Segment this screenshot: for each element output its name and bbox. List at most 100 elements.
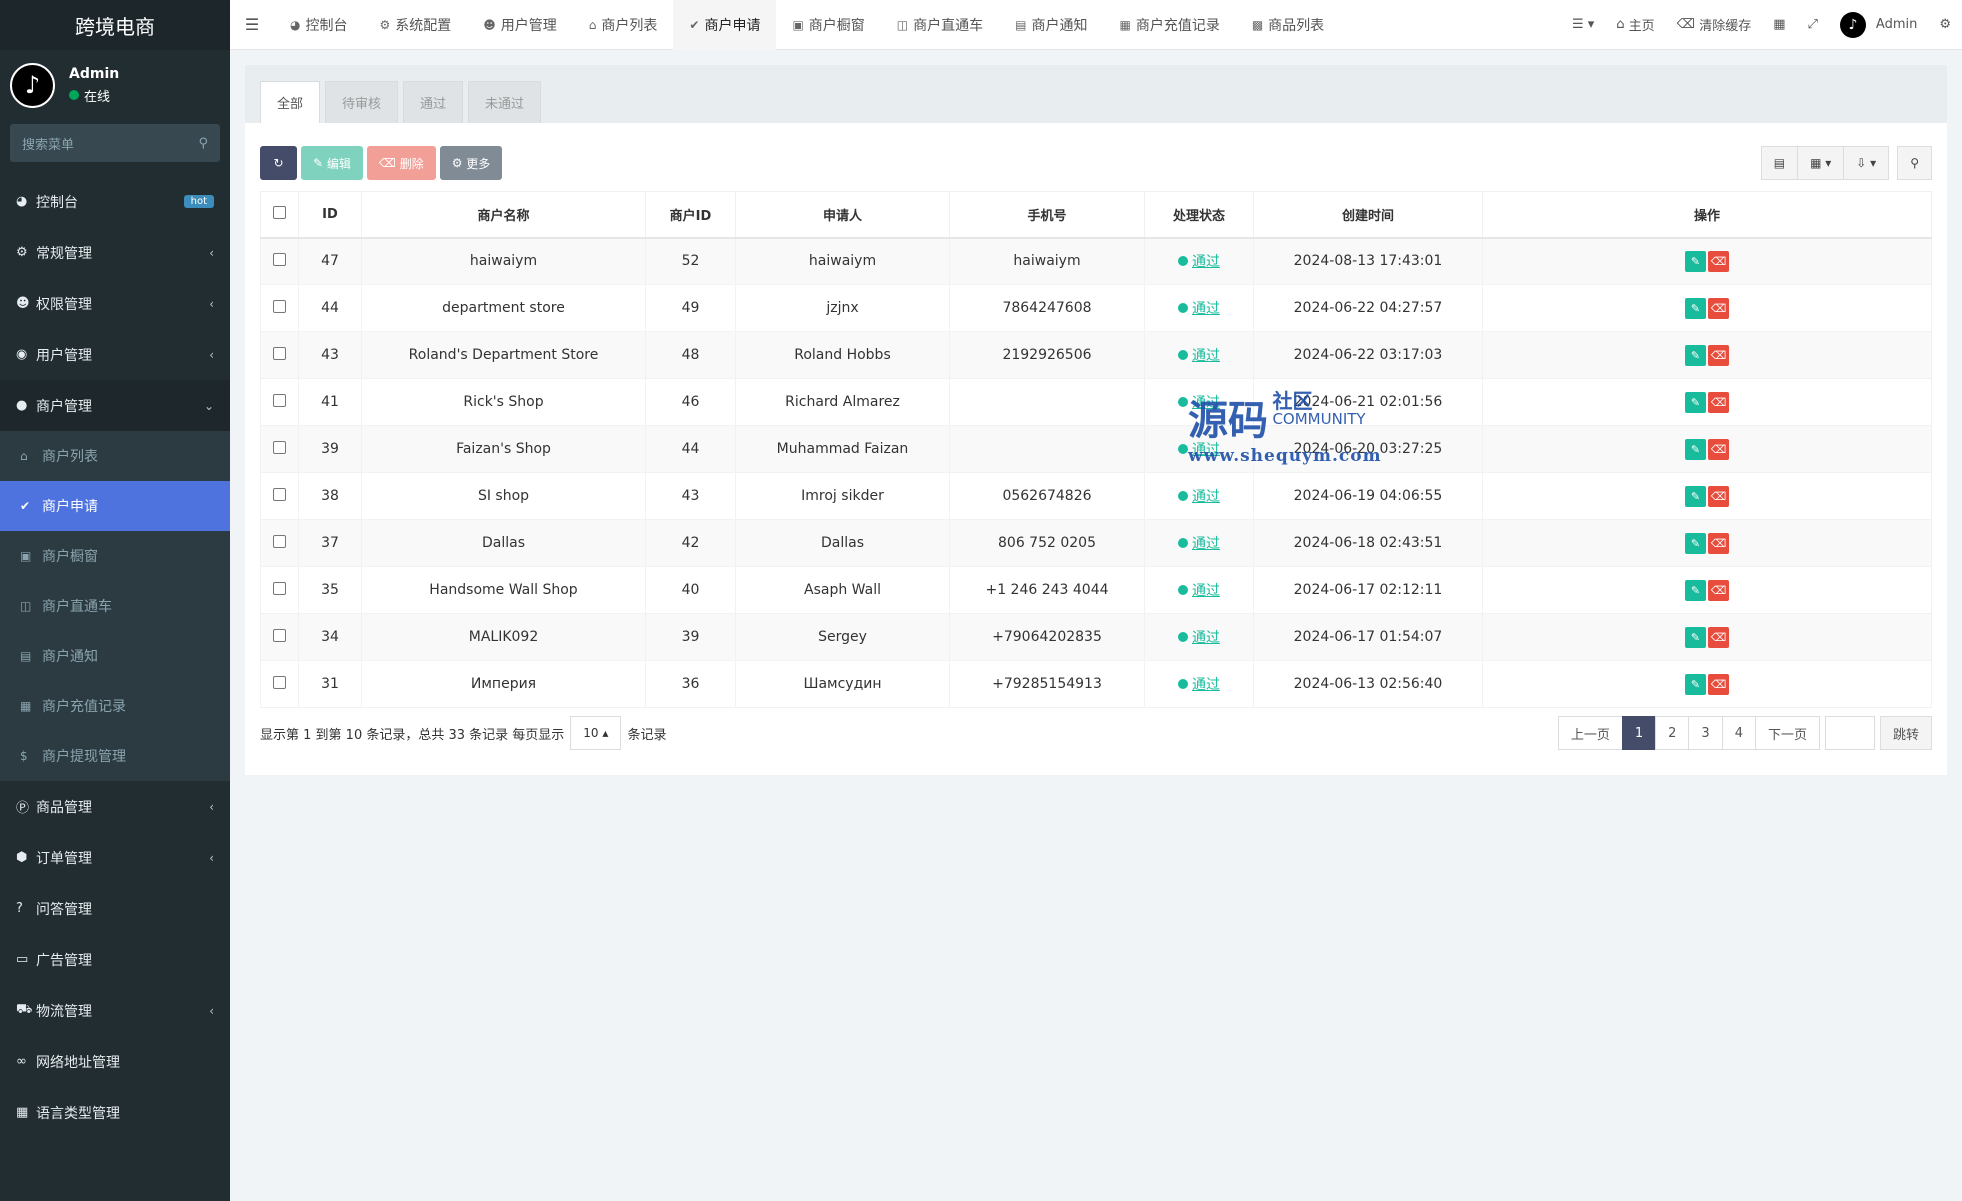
logo[interactable]: 跨境电商 xyxy=(0,0,230,50)
sidebar-subitem-merchant-withdraw[interactable]: $ 商户提现管理 xyxy=(0,731,230,781)
status-badge[interactable]: 通过 xyxy=(1178,298,1220,318)
more-button[interactable]: ⚙ 更多 xyxy=(439,146,503,180)
hamburger-icon[interactable]: ☰ xyxy=(230,15,274,34)
export-button[interactable]: ⇩ ▾ xyxy=(1843,146,1890,180)
status-badge[interactable]: 通过 xyxy=(1178,486,1220,506)
sidebar-item-products[interactable]: Ⓟ 商品管理 ‹ xyxy=(0,781,230,832)
status-badge[interactable]: 通过 xyxy=(1178,580,1220,600)
row-checkbox[interactable] xyxy=(273,534,286,548)
table-row[interactable]: 37 Dallas 42 Dallas 806 752 0205 通过 2024-06-18… xyxy=(260,519,1932,567)
tab-user-manage[interactable]: ☻ 用户管理 xyxy=(467,0,573,50)
row-delete-button[interactable]: ⌫ xyxy=(1708,673,1729,695)
tab-all[interactable]: 全部 xyxy=(260,81,321,123)
header-mid[interactable]: 商户ID xyxy=(645,191,736,239)
page-1[interactable]: 1 xyxy=(1621,716,1657,750)
tab-pending[interactable]: 待审核 xyxy=(325,81,399,123)
prev-page-button[interactable]: 上一页 xyxy=(1557,716,1623,750)
sidebar-item-qa[interactable]: ? 问答管理 xyxy=(0,883,230,934)
tab-merchant-recharge[interactable]: ▦ 商户充值记录 xyxy=(1103,0,1235,50)
row-edit-button[interactable]: ✎ xyxy=(1685,297,1706,319)
sidebar-item-network[interactable]: ∞ 网络地址管理 xyxy=(0,1036,230,1087)
row-edit-button[interactable]: ✎ xyxy=(1685,438,1706,460)
row-edit-button[interactable]: ✎ xyxy=(1685,532,1706,554)
sidebar-item-users[interactable]: ◉ 用户管理 ‹ xyxy=(0,329,230,380)
status-badge[interactable]: 通过 xyxy=(1178,251,1220,271)
toggle-view-button[interactable]: ▤ xyxy=(1760,146,1799,180)
row-checkbox[interactable] xyxy=(273,675,286,689)
settings-button[interactable]: ⚙ xyxy=(1928,17,1962,32)
home-link[interactable]: ⌂ 主页 xyxy=(1605,15,1665,34)
table-row[interactable]: 34 MALIK092 39 Sergey +79064202835 通过 2024-06-… xyxy=(260,613,1932,661)
row-edit-button[interactable]: ✎ xyxy=(1685,485,1706,507)
tab-merchant-apply[interactable]: ✔ 商户申请 xyxy=(673,0,777,50)
sidebar-item-logistics[interactable]: ⛟ 物流管理 ‹ xyxy=(0,985,230,1036)
fullscreen-button[interactable]: ⤢ xyxy=(1797,17,1829,32)
sidebar-item-permission[interactable]: ☻ 权限管理 ‹ xyxy=(0,278,230,329)
row-delete-button[interactable]: ⌫ xyxy=(1708,344,1729,366)
sidebar-item-language[interactable]: ▦ 语言类型管理 xyxy=(0,1087,230,1138)
row-delete-button[interactable]: ⌫ xyxy=(1708,391,1729,413)
jump-page-input[interactable] xyxy=(1824,716,1875,750)
table-row[interactable]: 43 Roland's Department Store 48 Roland Hobb… xyxy=(260,331,1932,379)
row-checkbox[interactable] xyxy=(273,440,286,454)
sidebar-item-orders[interactable]: ⬢ 订单管理 ‹ xyxy=(0,832,230,883)
page-size-select[interactable]: 10 ▴ xyxy=(570,716,622,750)
row-edit-button[interactable]: ✎ xyxy=(1685,579,1706,601)
tab-rejected[interactable]: 未通过 xyxy=(468,81,542,123)
tab-merchant-list[interactable]: ⌂ 商户列表 xyxy=(573,0,674,50)
tab-list-dropdown[interactable]: ☰ ▾ xyxy=(1561,17,1605,32)
header-status[interactable]: 处理状态 xyxy=(1144,191,1254,239)
row-checkbox[interactable] xyxy=(273,393,286,407)
header-applicant[interactable]: 申请人 xyxy=(735,191,950,239)
page-3[interactable]: 3 xyxy=(1688,716,1723,750)
tab-approved[interactable]: 通过 xyxy=(403,81,464,123)
tab-system-config[interactable]: ⚙ 系统配置 xyxy=(363,0,467,50)
tab-merchant-express[interactable]: ◫ 商户直通车 xyxy=(881,0,999,50)
row-checkbox[interactable] xyxy=(273,487,286,501)
table-row[interactable]: 44 department store 49 jzjnx 7864247608 通过 202… xyxy=(260,284,1932,332)
admin-menu[interactable]: ♪ Admin xyxy=(1829,11,1928,38)
sidebar-subitem-merchant-apply[interactable]: ✔ 商户申请 xyxy=(0,481,230,531)
sidebar-subitem-merchant-window[interactable]: ▣ 商户橱窗 xyxy=(0,531,230,581)
page-4[interactable]: 4 xyxy=(1721,716,1756,750)
row-edit-button[interactable]: ✎ xyxy=(1685,391,1706,413)
table-row[interactable]: 31 Империя 36 Шамсудин +79285154913 通过 2024-06… xyxy=(260,660,1932,708)
row-checkbox[interactable] xyxy=(273,299,286,313)
clear-cache-button[interactable]: ⌫ 清除缓存 xyxy=(1666,15,1763,34)
row-edit-button[interactable]: ✎ xyxy=(1685,250,1706,272)
search-button[interactable]: ⚲ xyxy=(1897,146,1932,180)
status-badge[interactable]: 通过 xyxy=(1178,439,1220,459)
table-row[interactable]: 39 Faizan's Shop 44 Muhammad Faizan 通过 2024-0… xyxy=(260,425,1932,473)
sidebar-subitem-merchant-notice[interactable]: ▤ 商户通知 xyxy=(0,631,230,681)
sidebar-subitem-merchant-recharge[interactable]: ▦ 商户充值记录 xyxy=(0,681,230,731)
status-badge[interactable]: 通过 xyxy=(1178,627,1220,647)
row-delete-button[interactable]: ⌫ xyxy=(1708,297,1729,319)
header-id[interactable]: ID xyxy=(298,191,362,239)
sidebar-item-ads[interactable]: ▭ 广告管理 xyxy=(0,934,230,985)
row-checkbox[interactable] xyxy=(273,252,286,266)
tab-merchant-window[interactable]: ▣ 商户橱窗 xyxy=(776,0,880,50)
row-checkbox[interactable] xyxy=(273,581,286,595)
header-name[interactable]: 商户名称 xyxy=(361,191,646,239)
avatar[interactable]: ♪ xyxy=(10,62,55,108)
tab-product-list[interactable]: ▩ 商品列表 xyxy=(1236,0,1340,50)
row-delete-button[interactable]: ⌫ xyxy=(1708,485,1729,507)
columns-button[interactable]: ▦ ▾ xyxy=(1797,146,1845,180)
language-toggle[interactable]: ▦ xyxy=(1762,17,1796,32)
row-delete-button[interactable]: ⌫ xyxy=(1708,532,1729,554)
status-badge[interactable]: 通过 xyxy=(1178,392,1220,412)
row-delete-button[interactable]: ⌫ xyxy=(1708,438,1729,460)
table-row[interactable]: 38 SI shop 43 Imroj sikder 0562674826 通过 2024-… xyxy=(260,472,1932,520)
table-row[interactable]: 35 Handsome Wall Shop 40 Asaph Wall +1 246 2… xyxy=(260,566,1932,614)
search-icon[interactable]: ⚲ xyxy=(198,136,208,151)
sidebar-search-input[interactable]: 搜索菜单 ⚲ xyxy=(10,124,220,162)
tab-dashboard[interactable]: ◕ 控制台 xyxy=(274,0,363,50)
page-2[interactable]: 2 xyxy=(1655,716,1690,750)
row-delete-button[interactable]: ⌫ xyxy=(1708,579,1729,601)
select-all-checkbox[interactable] xyxy=(273,205,286,219)
delete-button[interactable]: ⌫ 删除 xyxy=(366,146,436,180)
sidebar-item-dashboard[interactable]: ◕ 控制台 hot xyxy=(0,176,230,227)
jump-button[interactable]: 跳转 xyxy=(1879,716,1932,750)
row-edit-button[interactable]: ✎ xyxy=(1685,344,1706,366)
edit-button[interactable]: ✎ 编辑 xyxy=(301,146,363,180)
